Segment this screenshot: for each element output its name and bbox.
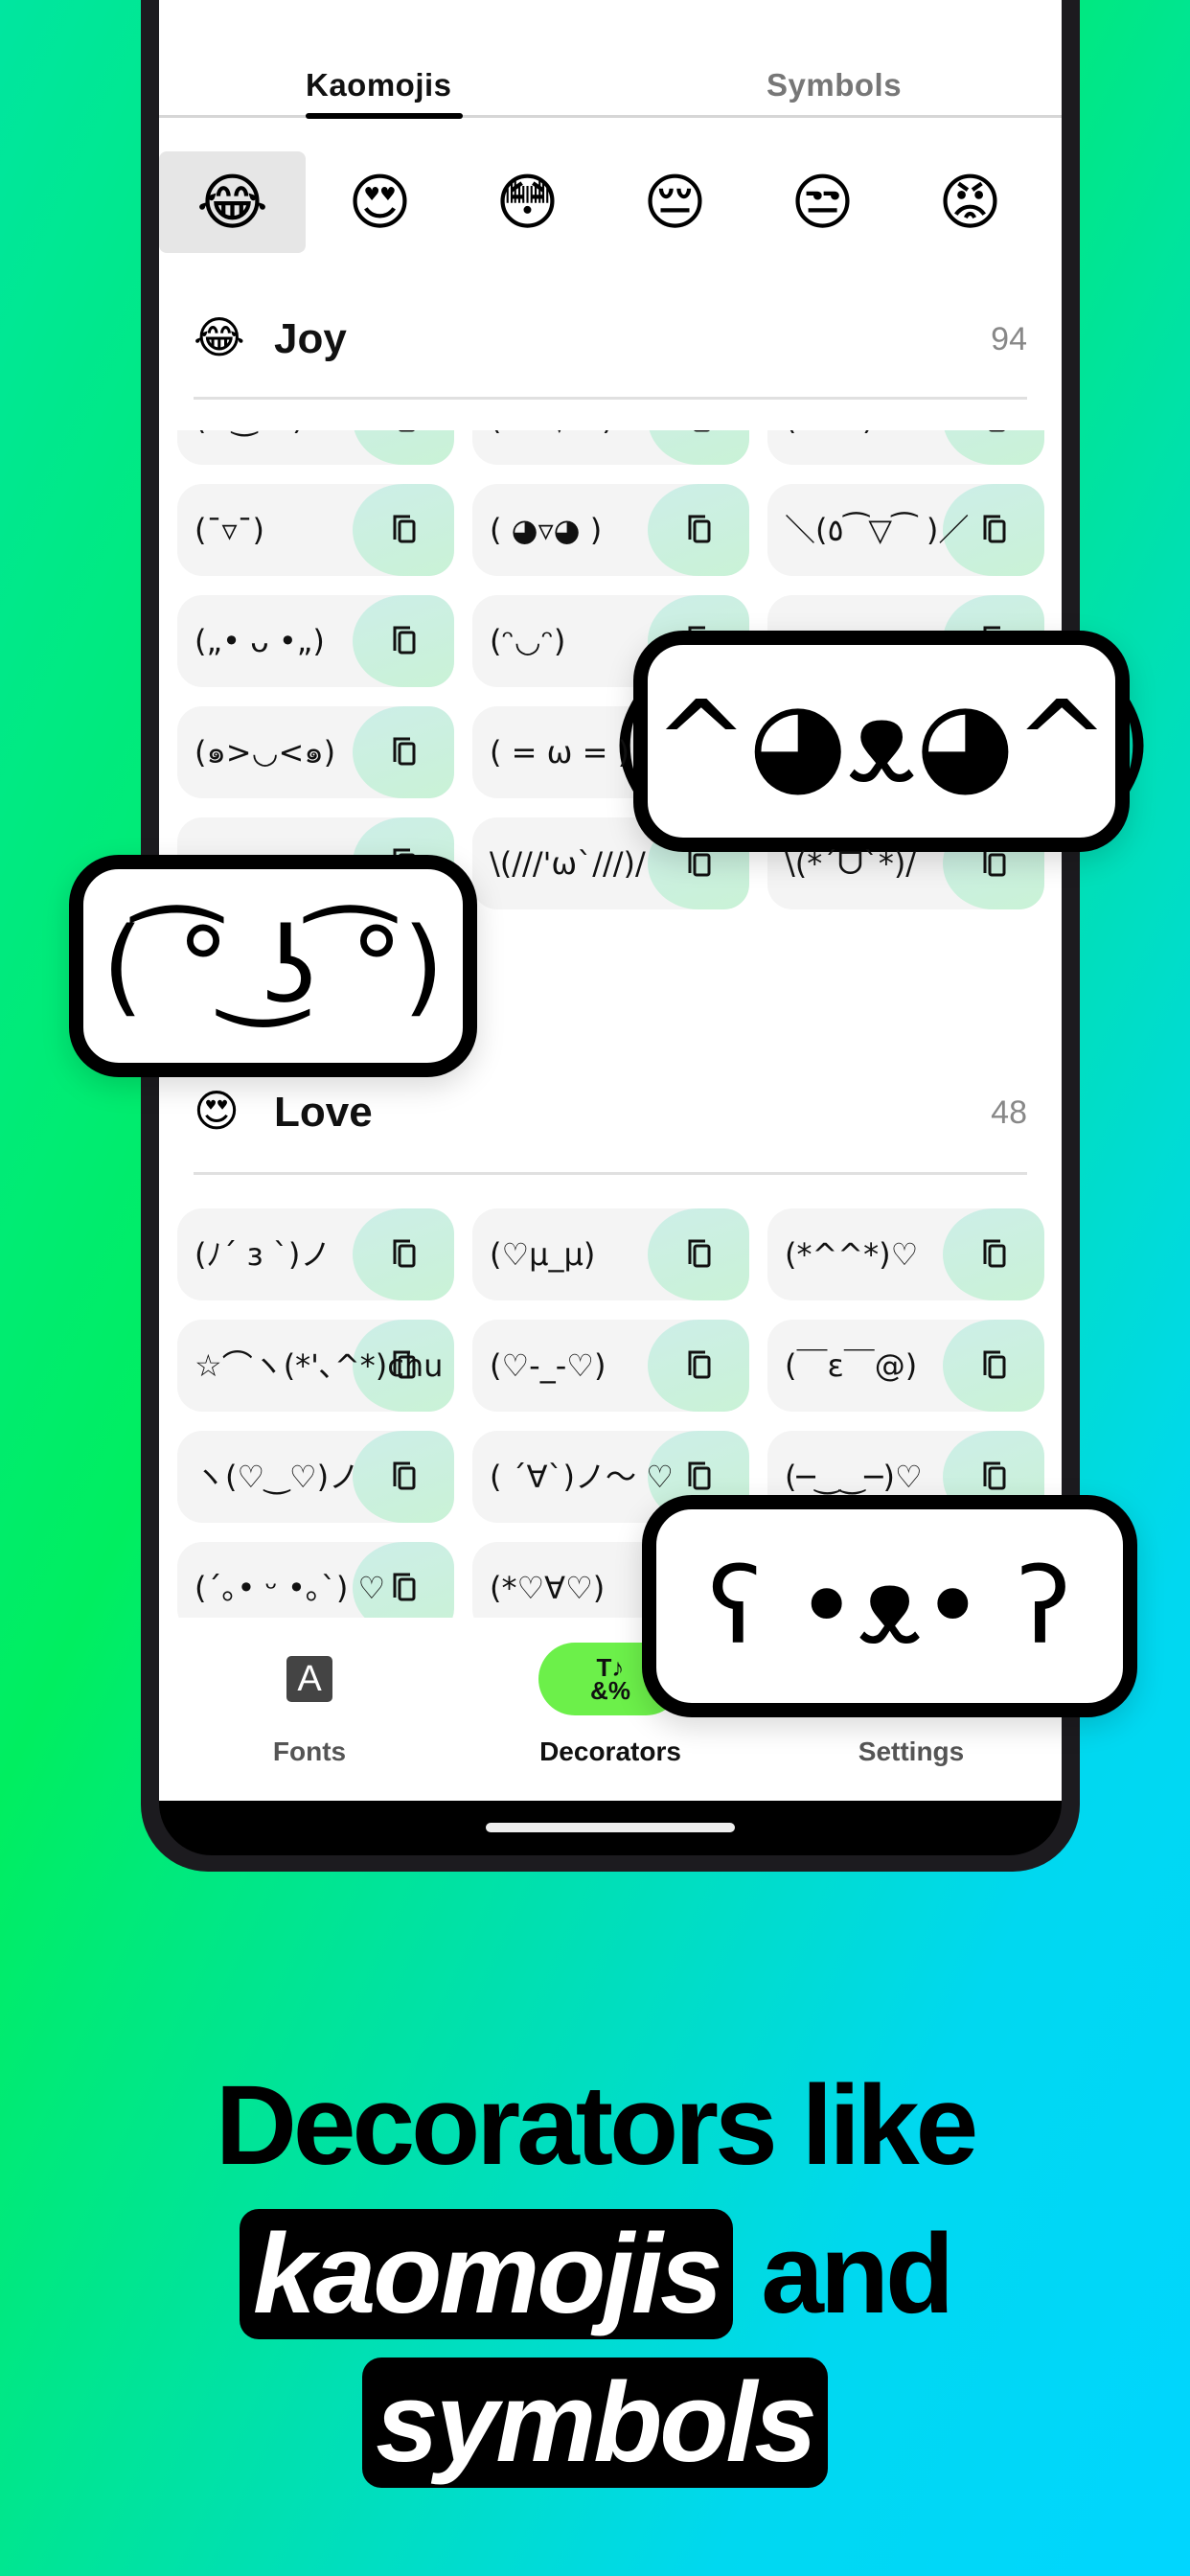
nav-label: Fonts bbox=[272, 1736, 347, 1766]
love-emoji-icon: 😍 bbox=[194, 1086, 240, 1136]
copy-button[interactable] bbox=[648, 1320, 749, 1412]
kaomoji-text: ( = ω = ) bbox=[490, 734, 630, 770]
copy-button[interactable] bbox=[648, 430, 749, 465]
kaomoji-cell[interactable]: („• ᴗ •„) bbox=[177, 595, 454, 687]
kaomoji-text: (*♡∀♡) bbox=[490, 1570, 606, 1606]
kaomoji-cell[interactable]: (ﾉ´ з `)ノ bbox=[177, 1208, 454, 1300]
kaomoji-text: (¯▿¯) bbox=[195, 512, 265, 548]
nav-label: Settings bbox=[858, 1736, 965, 1766]
active-tab-indicator bbox=[306, 113, 463, 119]
kaomoji-cell[interactable]: (*^^*)♡ bbox=[767, 1208, 1044, 1300]
font-icon: A bbox=[238, 1643, 381, 1715]
joy-emoji-icon: 😂 bbox=[194, 312, 245, 362]
kaomoji-text: (♡-_-♡) bbox=[490, 1347, 606, 1384]
copy-button[interactable] bbox=[353, 1208, 454, 1300]
emoji-filter[interactable]: 😍 bbox=[307, 151, 453, 253]
kaomoji-bubble: ʕ •ᴥ• ʔ bbox=[642, 1495, 1137, 1717]
kaomoji-text: ( ´∀`)ノ～ ♡ bbox=[490, 1459, 674, 1495]
kaomoji-text: („• ᴗ •„) bbox=[195, 623, 325, 659]
kaomoji-text: (ᵔ◡ᵔ) bbox=[490, 623, 566, 659]
kaomoji-cell[interactable]: ヽ(♡‿♡)ノ bbox=[177, 1431, 454, 1523]
headline-text: and bbox=[761, 2211, 954, 2337]
emoji-filter[interactable]: 😳 bbox=[454, 151, 601, 253]
section-header-love: 😍 Love 48 bbox=[194, 1085, 1027, 1142]
kaomoji-text: ☆⌒ヽ(*'､^*)chu bbox=[195, 1347, 444, 1384]
kaomoji-text: (´｡• ᵕ •｡`) ♡ bbox=[195, 1570, 386, 1606]
headline-line-2: kaomojis and bbox=[0, 2209, 1190, 2339]
headline-highlight: kaomojis bbox=[239, 2209, 734, 2339]
section-title: Joy bbox=[274, 315, 347, 362]
kaomoji-text: (─‿‿─)♡ bbox=[785, 1459, 923, 1495]
tab-bar: Kaomojis Symbols bbox=[159, 0, 1062, 119]
nav-fonts[interactable]: A Fonts bbox=[159, 1631, 460, 1801]
kaomoji-text: ヽ(♡‿♡)ノ bbox=[195, 1459, 360, 1495]
copy-button[interactable] bbox=[353, 1431, 454, 1523]
copy-button[interactable] bbox=[353, 430, 454, 465]
tab-symbols[interactable]: Symbols bbox=[767, 67, 902, 104]
copy-button[interactable] bbox=[353, 484, 454, 576]
copy-button[interactable] bbox=[353, 595, 454, 687]
kaomoji-cell[interactable]: ☆⌒ヽ(*'､^*)chu bbox=[177, 1320, 454, 1412]
copy-button[interactable] bbox=[648, 1208, 749, 1300]
kaomoji-cell[interactable]: (๑>◡<๑) bbox=[177, 706, 454, 798]
emoji-filter[interactable]: 😂 bbox=[159, 151, 306, 253]
emoji-filter-row: 😂 😍 😳 😔 😒 😡 bbox=[159, 151, 1062, 253]
copy-button[interactable] bbox=[353, 706, 454, 798]
home-indicator[interactable] bbox=[486, 1823, 735, 1832]
emoji-filter[interactable]: 😔 bbox=[602, 151, 748, 253]
kaomoji-cell[interactable]: (¬‿¬ ) bbox=[177, 430, 454, 465]
kaomoji-cell[interactable]: (´｡• ᵕ •｡`) ♡ bbox=[177, 1542, 454, 1618]
divider bbox=[194, 397, 1027, 400]
emoji-filter[interactable]: 😒 bbox=[749, 151, 896, 253]
kaomoji-cell[interactable]: ( ˙▿˙ ) bbox=[767, 430, 1044, 465]
kaomoji-text: (♡μ_μ) bbox=[490, 1236, 596, 1273]
kaomoji-text: (￣ε￣@) bbox=[785, 1347, 918, 1384]
headline-line-1: Decorators like bbox=[215, 2062, 979, 2189]
headline-highlight: symbols bbox=[362, 2358, 828, 2488]
kaomoji-cell[interactable]: ( ◕▿◕ ) bbox=[472, 484, 749, 576]
kaomoji-text: \(///'ω`///)/ bbox=[490, 845, 646, 882]
kaomoji-cell[interactable]: (♡μ_μ) bbox=[472, 1208, 749, 1300]
copy-button[interactable] bbox=[648, 484, 749, 576]
section-count: 48 bbox=[991, 1094, 1027, 1131]
kaomoji-cell[interactable]: (￣ε￣@) bbox=[767, 1320, 1044, 1412]
copy-button[interactable] bbox=[943, 1320, 1044, 1412]
kaomoji-text: ＼(٥⁀▽⁀ )／ bbox=[785, 512, 970, 548]
emoji-filter[interactable]: 😡 bbox=[897, 151, 1043, 253]
nav-label: Decorators bbox=[539, 1736, 681, 1766]
kaomoji-bubble: ( ͡° ͜ʖ ͡°) bbox=[69, 855, 477, 1077]
kaomoji-cell[interactable]: (*￣▽￣)b bbox=[472, 430, 749, 465]
kaomoji-text: ( ˙▿˙ ) bbox=[785, 430, 874, 465]
copy-button[interactable] bbox=[943, 430, 1044, 465]
kaomoji-text: (ﾉ´ з `)ノ bbox=[195, 1236, 332, 1273]
kaomoji-text: ( ◕▿◕ ) bbox=[490, 512, 603, 548]
tab-kaomojis[interactable]: Kaomojis bbox=[306, 67, 452, 104]
kaomoji-text: (*￣▽￣)b bbox=[490, 430, 633, 465]
kaomoji-text: \(*´ᗜ`*)/ bbox=[785, 845, 917, 882]
kaomoji-text: (๑>◡<๑) bbox=[195, 734, 336, 770]
divider bbox=[194, 1172, 1027, 1175]
kaomoji-cell[interactable]: (¯▿¯) bbox=[177, 484, 454, 576]
section-count: 94 bbox=[991, 321, 1027, 357]
kaomoji-cell[interactable]: (♡-_-♡) bbox=[472, 1320, 749, 1412]
copy-button[interactable] bbox=[943, 1208, 1044, 1300]
headline-line-3: symbols bbox=[0, 2358, 1190, 2488]
kaomoji-text: (*^^*)♡ bbox=[785, 1236, 919, 1273]
section-header-joy: 😂 Joy 94 bbox=[194, 311, 1027, 369]
kaomoji-cell[interactable]: ＼(٥⁀▽⁀ )／ bbox=[767, 484, 1044, 576]
section-title: Love bbox=[274, 1089, 373, 1136]
kaomoji-text: (¬‿¬ ) bbox=[195, 430, 304, 465]
